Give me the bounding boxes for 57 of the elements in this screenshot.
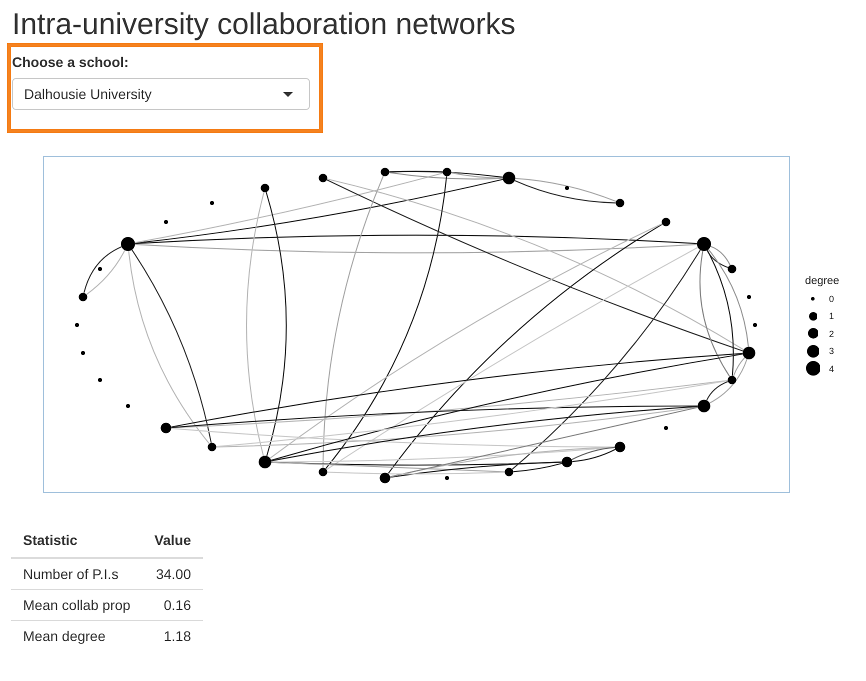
dot-icon: [806, 344, 820, 358]
node-dot: [616, 198, 624, 208]
node-dot: [697, 237, 711, 251]
node-dot: [318, 174, 328, 182]
table-cell: Mean collab prop: [11, 590, 142, 620]
node-dot: [210, 201, 214, 205]
node-dot: [380, 472, 390, 484]
table-cell: Number of P.I.s: [11, 558, 142, 590]
node-dot: [504, 468, 514, 476]
page-title: Intra-university collaboration networks: [12, 7, 516, 41]
node-dot: [698, 400, 710, 412]
node-dot: [753, 323, 757, 327]
node-dot: [318, 468, 328, 476]
dot-icon: [808, 328, 818, 340]
legend-label: 2: [829, 328, 834, 340]
node-dot: [260, 184, 270, 192]
node-dot: [75, 323, 79, 327]
node-dot: [258, 456, 272, 468]
caret-icon: [283, 92, 293, 96]
legend-title: degree: [805, 274, 840, 288]
node-dot: [728, 264, 736, 274]
node-dot: [614, 442, 626, 452]
node-dot: [121, 237, 135, 251]
node-dot: [78, 292, 88, 302]
node-dot: [662, 218, 670, 226]
node-dot: [742, 346, 756, 360]
legend-label: 0: [829, 292, 834, 305]
node-dot: [160, 422, 172, 434]
table-cell: Mean degree: [11, 620, 142, 651]
legend-label: 3: [829, 345, 834, 358]
school-select[interactable]: Dalhousie University: [12, 78, 310, 110]
node-dot: [98, 378, 102, 382]
node-dot: [442, 168, 452, 176]
node-dot: [502, 172, 516, 184]
legend-label: 4: [829, 362, 834, 375]
table-cell: 1.18: [142, 620, 203, 651]
node-dot: [126, 404, 130, 408]
node-dot: [445, 476, 449, 480]
node-dot: [98, 267, 102, 271]
table-cell: 34.00: [142, 558, 203, 590]
node-dot: [81, 351, 85, 355]
node-dot: [747, 295, 751, 299]
field-label: Choose a school:: [12, 53, 129, 72]
node-dot: [380, 168, 390, 176]
dot-icon: [811, 296, 815, 301]
dot-icon: [806, 361, 820, 376]
legend-label: 1: [829, 310, 834, 322]
table-cell: 0.16: [142, 590, 203, 620]
dot-icon: [808, 312, 818, 321]
node-dot: [728, 376, 736, 384]
node-dot: [164, 220, 168, 224]
node-dot: [208, 442, 216, 452]
node-dot: [664, 426, 668, 430]
column-header: Statistic: [11, 523, 142, 558]
node-dot: [565, 186, 569, 190]
node-dot: [562, 456, 572, 468]
column-header: Value: [142, 523, 203, 558]
